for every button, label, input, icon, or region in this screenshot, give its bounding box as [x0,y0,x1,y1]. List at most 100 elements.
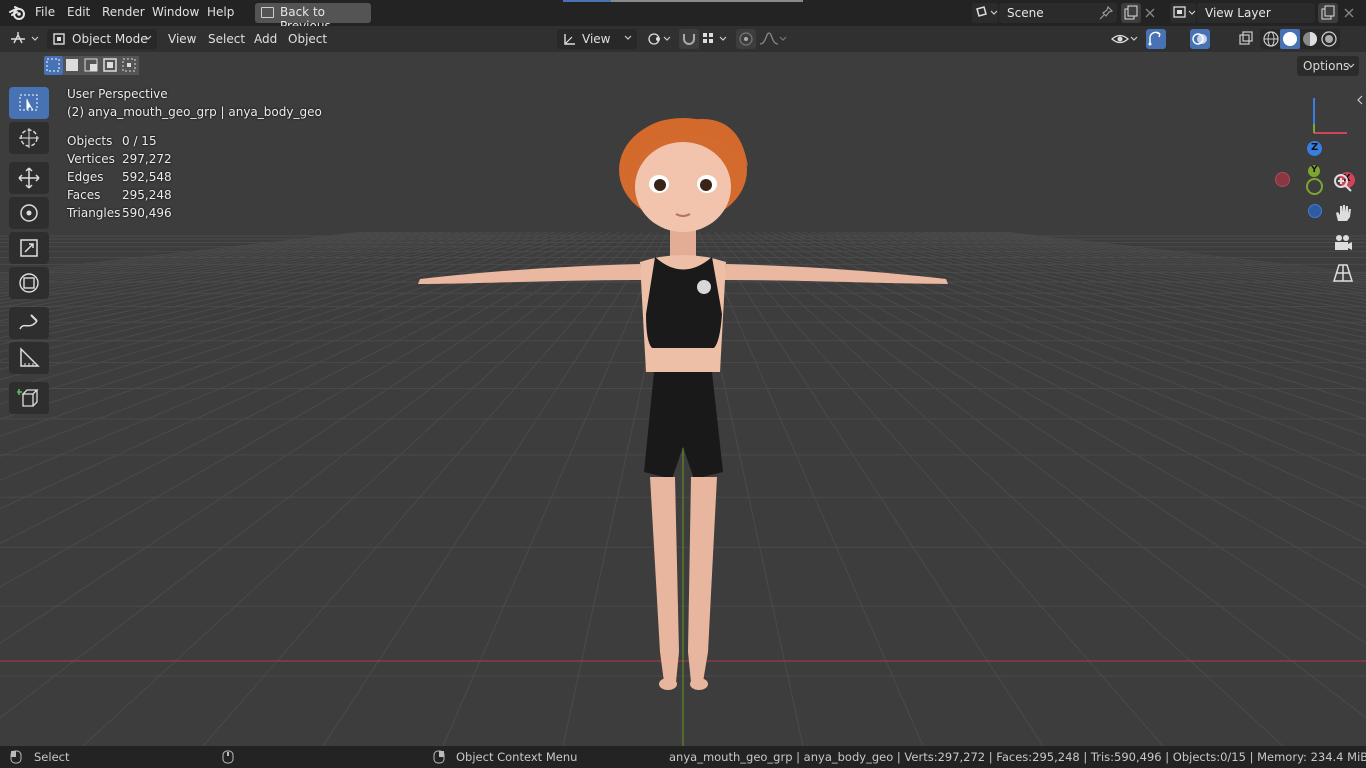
menu-file[interactable]: File [35,5,55,19]
grid-line [866,231,1366,333]
select-menu[interactable]: Select [207,29,247,49]
grid-line [0,231,364,275]
pivot-icon [648,33,671,45]
select-intersect-button[interactable] [120,56,139,75]
transform-tool[interactable] [9,267,49,299]
material-preview-icon[interactable] [1301,30,1319,48]
snap-toggle[interactable] [679,29,699,49]
rotate-tool[interactable] [9,197,49,229]
view-layer-selector[interactable] [1170,3,1196,23]
solid-shading-icon [1283,32,1297,46]
select-extend-button[interactable] [63,56,82,75]
zoom-icon[interactable] [1331,171,1355,195]
grid-line [914,231,1366,304]
proportional-editing-toggle[interactable] [736,29,756,49]
select-extend-icon [66,59,78,71]
scene-type-selector[interactable] [972,3,998,23]
overlays-icon [1192,33,1207,45]
scene-name: Scene [1007,6,1044,20]
cursor-tool[interactable] [9,122,49,154]
scene-field[interactable]: Scene [999,3,1117,23]
gizmo-icon [1148,31,1161,46]
menu-edit[interactable]: Edit [67,5,90,19]
xray-icon [1239,31,1253,45]
3d-viewport[interactable]: User Perspective (2) anya_mouth_geo_grp … [0,52,1366,746]
duplicate-icon [1321,5,1335,20]
measure-tool[interactable] [9,342,49,374]
menu-help[interactable]: Help [207,5,234,19]
pin-icon[interactable] [1099,6,1113,20]
add-menu[interactable]: Add [253,29,279,49]
grid-line [0,231,612,545]
back-to-previous-button[interactable]: Back to Previous [255,3,371,33]
annotate-tool[interactable] [9,307,49,339]
select-subtract-button[interactable] [82,56,101,75]
grid-line [0,231,452,304]
move-icon [18,167,40,189]
view-layer-field[interactable]: View Layer [1197,3,1315,23]
stat-label: Triangles [67,206,121,220]
editor-type-button[interactable] [8,29,42,49]
duplicate-icon [1124,5,1138,20]
shading-mode-group [1260,29,1340,49]
active-tab-indicator [563,0,611,2]
pivot-point-dropdown[interactable] [645,29,673,49]
wireframe-shading-icon[interactable] [1262,30,1280,48]
view-menu[interactable]: View [166,29,196,49]
add-cube-icon [17,389,39,407]
snap-target-dropdown[interactable] [700,29,730,49]
rendered-shading-icon[interactable] [1320,30,1338,48]
perspective-grid-icon[interactable] [1331,261,1355,285]
close-icon[interactable] [1343,7,1355,19]
close-icon[interactable] [1144,7,1156,19]
eye-icon [1111,34,1138,44]
stat-value: 590,496 [122,206,172,220]
stat-value: 0 / 15 [122,134,157,148]
select-box-tool[interactable] [9,87,49,119]
options-dropdown[interactable]: Options [1297,56,1359,76]
select-new-button[interactable] [44,56,63,75]
add-cube-tool[interactable] [9,382,49,414]
editor-type-icon [11,32,39,44]
grid-line [0,231,564,405]
visibility-dropdown[interactable] [1110,29,1140,49]
status-info: anya_mouth_geo_grp | anya_body_geo | Ver… [669,750,1366,764]
grid-line [810,231,1366,392]
gizmo-y-label: Y [1311,165,1318,175]
new-scene-button[interactable] [1121,3,1141,23]
grid-line [442,231,668,746]
select-invert-icon [103,58,117,72]
gizmo-z-negative[interactable] [1308,204,1322,218]
object-menu[interactable]: Object [287,29,327,49]
grid-line [0,231,556,392]
new-view-layer-button[interactable] [1318,3,1338,23]
falloff-dropdown[interactable] [758,29,788,49]
options-label: Options [1303,59,1350,73]
menu-render[interactable]: Render [102,5,145,19]
overlays-toggle[interactable] [1190,29,1210,49]
grid-line [986,231,1366,279]
camera-icon[interactable] [1331,231,1355,255]
grid-snap-icon [703,33,727,43]
scale-tool[interactable] [9,232,49,264]
stat-label: Vertices [67,152,115,166]
hand-pan-icon[interactable] [1331,201,1355,225]
gizmo-toggle[interactable] [1146,29,1166,49]
grid-line [802,231,1366,405]
workspace-tab-strip[interactable] [563,0,803,2]
gizmo-y-negative[interactable] [1306,178,1323,195]
grid-line [818,231,1366,381]
grid-line [698,231,924,746]
object-menu-label: Object [288,32,328,46]
move-tool[interactable] [9,162,49,194]
select-invert-button[interactable] [101,56,120,75]
stat-label: Edges [67,170,104,184]
menu-window[interactable]: Window [152,5,199,19]
blender-logo-icon[interactable] [9,5,26,21]
xray-toggle[interactable] [1236,29,1256,49]
gizmo-x-negative[interactable] [1275,172,1290,187]
mode-dropdown[interactable]: Object Mode [47,29,157,49]
transform-orientation-dropdown[interactable]: View [557,29,637,49]
solid-shading-button[interactable] [1280,29,1300,49]
grid-line [922,231,1366,301]
